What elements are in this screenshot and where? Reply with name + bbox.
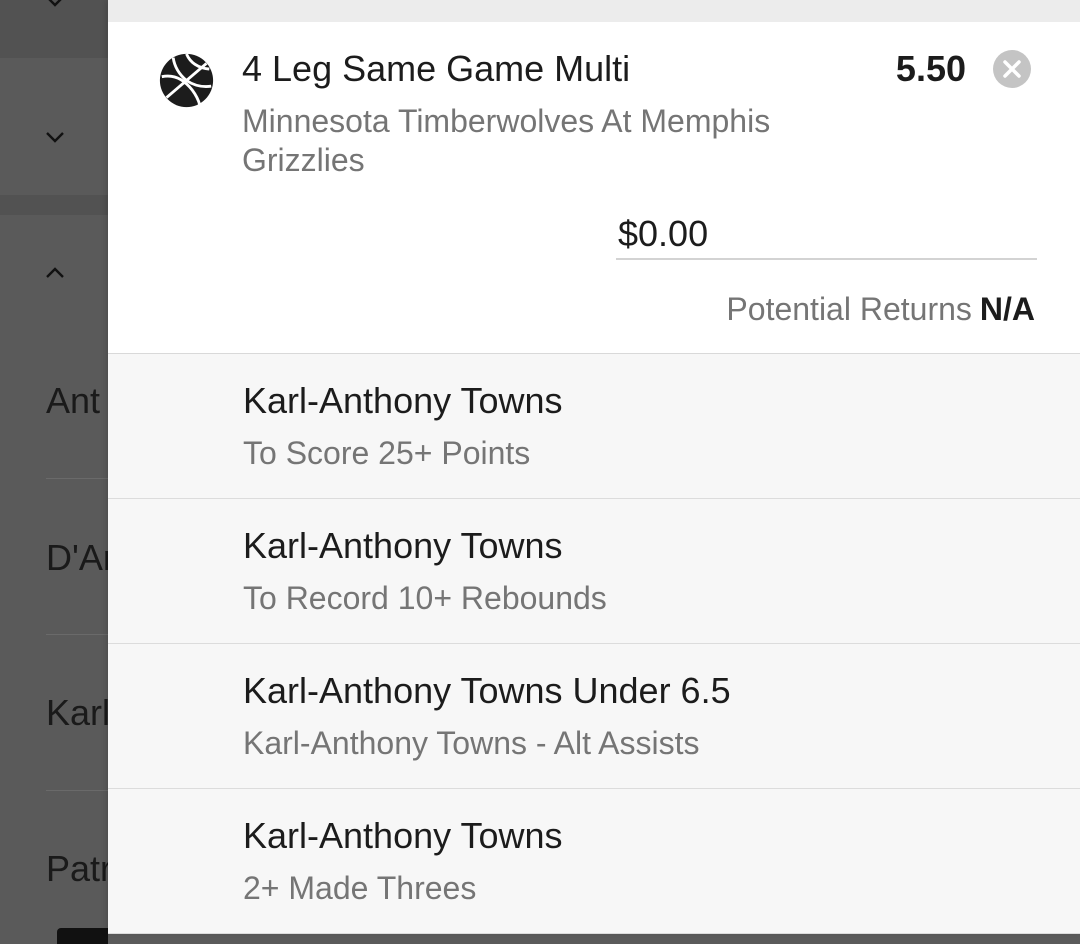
leg-title: Karl-Anthony Towns (243, 815, 563, 856)
potential-returns: Potential Returns N/A (726, 290, 1035, 328)
leg-title: Karl-Anthony Towns (243, 380, 563, 421)
potential-returns-value: N/A (979, 291, 1035, 327)
background-row-label[interactable]: Ant (46, 381, 100, 421)
basketball-icon (159, 53, 214, 108)
bet-slip-panel: 4 Leg Same Game Multi 5.50 Minnesota Tim… (108, 0, 1080, 934)
leg-subtitle: Karl-Anthony Towns - Alt Assists (243, 725, 700, 761)
background-divider (46, 790, 108, 791)
background-divider (46, 634, 108, 635)
leg-title: Karl-Anthony Towns Under 6.5 (243, 670, 731, 711)
leg-title: Karl-Anthony Towns (243, 525, 563, 566)
panel-top-strip (108, 0, 1080, 22)
stake-input[interactable] (616, 210, 1037, 260)
bet-leg: Karl-Anthony Towns To Score 25+ Points (108, 354, 1080, 499)
chevron-down-icon[interactable] (44, 0, 66, 12)
bet-leg: Karl-Anthony Towns 2+ Made Threes (108, 789, 1080, 934)
background-row-label[interactable]: D'Ar (46, 538, 108, 578)
chevron-down-icon[interactable] (44, 126, 66, 148)
background-row-label[interactable]: Karl (46, 693, 108, 733)
leg-subtitle: 2+ Made Threes (243, 870, 477, 906)
bet-leg: Karl-Anthony Towns Under 6.5 Karl-Anthon… (108, 644, 1080, 789)
background-page: Ant D'Ar Karl Patr (0, 0, 108, 944)
background-row-label[interactable]: Patr (46, 849, 108, 889)
bet-card: 4 Leg Same Game Multi 5.50 Minnesota Tim… (108, 22, 1080, 354)
bet-event-name: Minnesota Timberwolves At Memphis Grizzl… (242, 103, 771, 178)
close-icon (1003, 60, 1021, 78)
remove-bet-button[interactable] (993, 50, 1031, 88)
leg-subtitle: To Score 25+ Points (243, 435, 531, 471)
background-button[interactable] (57, 928, 108, 944)
bet-odds: 5.50 (895, 48, 966, 89)
bet-title: 4 Leg Same Game Multi (242, 48, 631, 89)
potential-returns-label: Potential Returns (726, 291, 972, 327)
leg-subtitle: To Record 10+ Rebounds (243, 580, 607, 616)
bet-leg: Karl-Anthony Towns To Record 10+ Rebound… (108, 499, 1080, 644)
background-divider (46, 478, 108, 479)
background-section-gap (0, 195, 108, 215)
chevron-up-icon[interactable] (44, 262, 66, 284)
